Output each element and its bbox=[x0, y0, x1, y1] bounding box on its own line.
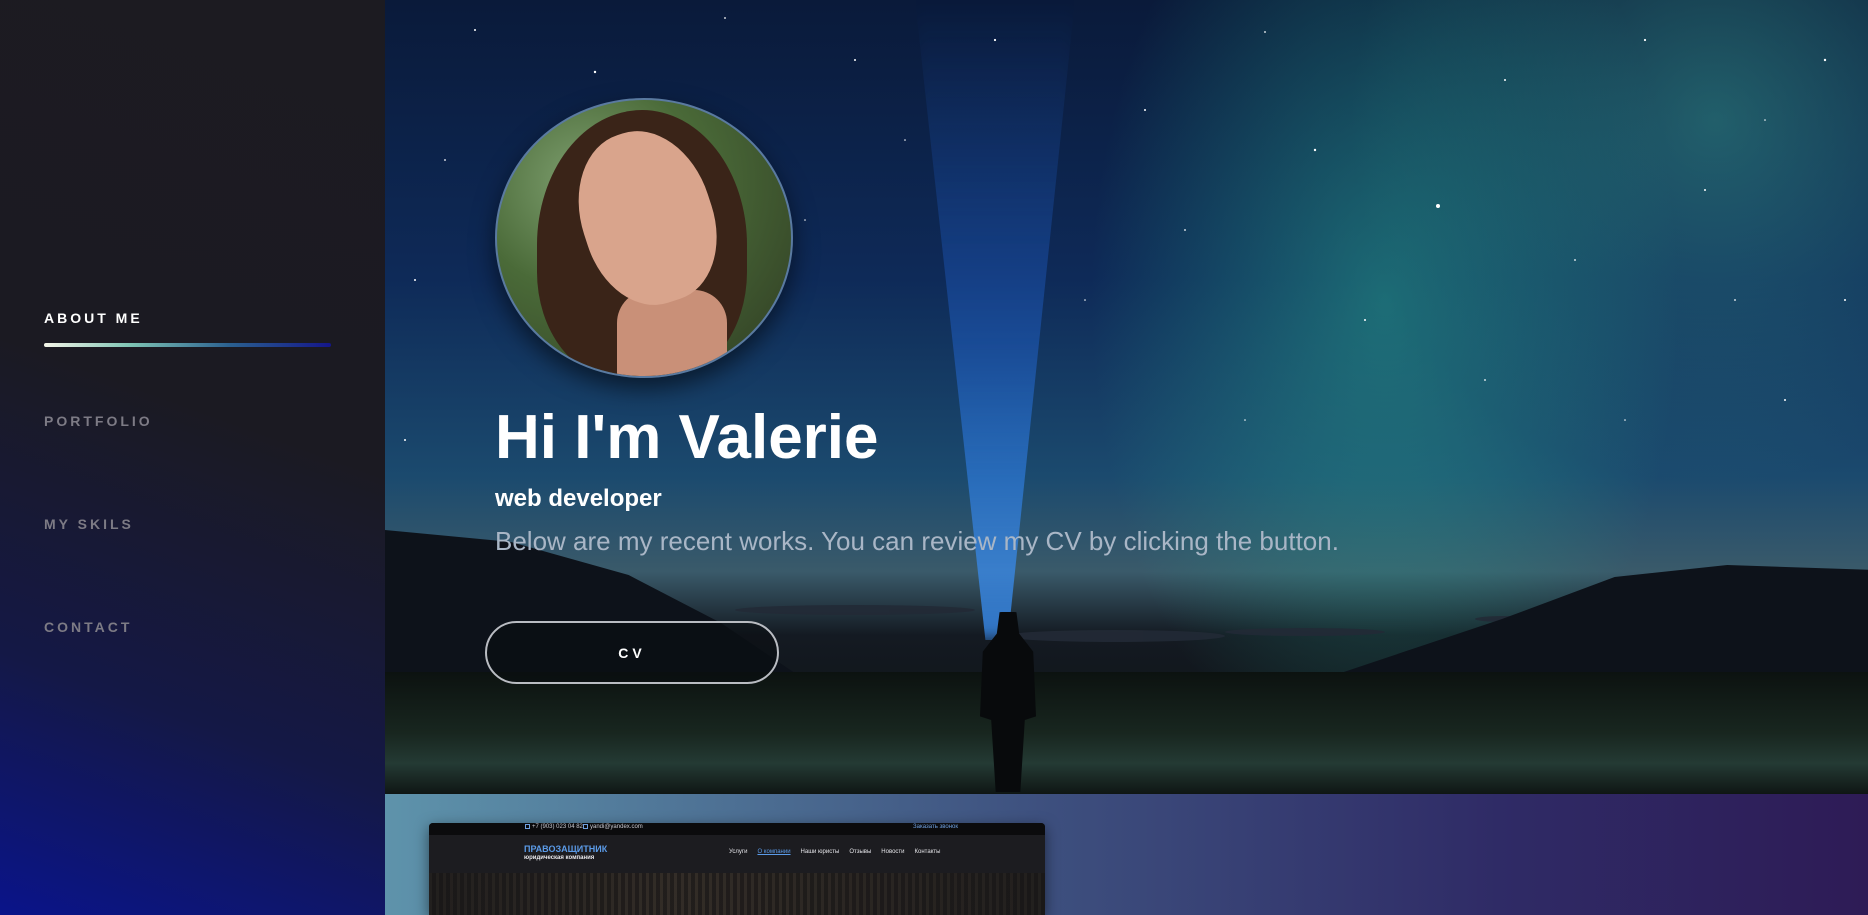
nav-item-label: MY SKILS bbox=[44, 516, 134, 532]
sidebar: ABOUT ME PORTFOLIO MY SKILS CONTACT bbox=[0, 0, 385, 915]
phone-icon bbox=[525, 824, 530, 829]
nav-item-portfolio[interactable]: PORTFOLIO bbox=[44, 413, 334, 516]
nav-item-about-me[interactable]: ABOUT ME bbox=[44, 310, 334, 413]
project-topbar: +7 (903) 023 04 82 yandi@yandex.com Зака… bbox=[429, 823, 1045, 835]
main-nav: ABOUT ME PORTFOLIO MY SKILS CONTACT bbox=[44, 310, 334, 722]
project-callback-link: Заказать звонок bbox=[913, 824, 958, 830]
hero-section: Hi I'm Valerie web developer Below are m… bbox=[385, 0, 1868, 794]
project-phone: +7 (903) 023 04 82 bbox=[525, 824, 583, 830]
avatar bbox=[495, 98, 793, 378]
portfolio-section: +7 (903) 023 04 82 yandi@yandex.com Зака… bbox=[385, 794, 1868, 915]
intro-text: Below are my recent works. You can revie… bbox=[495, 526, 1339, 556]
project-menu-item: О компании bbox=[757, 849, 791, 855]
project-card[interactable]: +7 (903) 023 04 82 yandi@yandex.com Зака… bbox=[429, 823, 1045, 915]
active-nav-underline bbox=[44, 343, 331, 347]
project-menu-item: Отзывы bbox=[849, 849, 872, 855]
nav-item-label: PORTFOLIO bbox=[44, 413, 153, 429]
nav-item-label: ABOUT ME bbox=[44, 310, 143, 326]
project-email: yandi@yandex.com bbox=[583, 824, 643, 830]
project-brand-subtitle: юридическая компания bbox=[524, 855, 595, 861]
cv-button[interactable]: CV bbox=[485, 621, 779, 684]
nav-item-label: CONTACT bbox=[44, 619, 133, 635]
project-preview-image bbox=[429, 873, 1045, 915]
project-menu-item: Контакты bbox=[914, 849, 941, 855]
job-title: web developer bbox=[495, 485, 662, 512]
grass-field bbox=[385, 672, 1868, 794]
project-menu: Услуги О компании Наши юристы Отзывы Нов… bbox=[729, 849, 940, 855]
project-header: ПРАВОЗАЩИТНИК юридическая компания Услуг… bbox=[429, 835, 1045, 873]
project-menu-item: Наши юристы bbox=[800, 849, 840, 855]
project-menu-item: Новости bbox=[881, 849, 905, 855]
page-title: Hi I'm Valerie bbox=[495, 403, 879, 472]
nav-item-contact[interactable]: CONTACT bbox=[44, 619, 334, 722]
nav-item-my-skills[interactable]: MY SKILS bbox=[44, 516, 334, 619]
project-menu-item: Услуги bbox=[729, 849, 748, 855]
project-brand: ПРАВОЗАЩИТНИК bbox=[524, 844, 608, 854]
mail-icon bbox=[583, 824, 588, 829]
